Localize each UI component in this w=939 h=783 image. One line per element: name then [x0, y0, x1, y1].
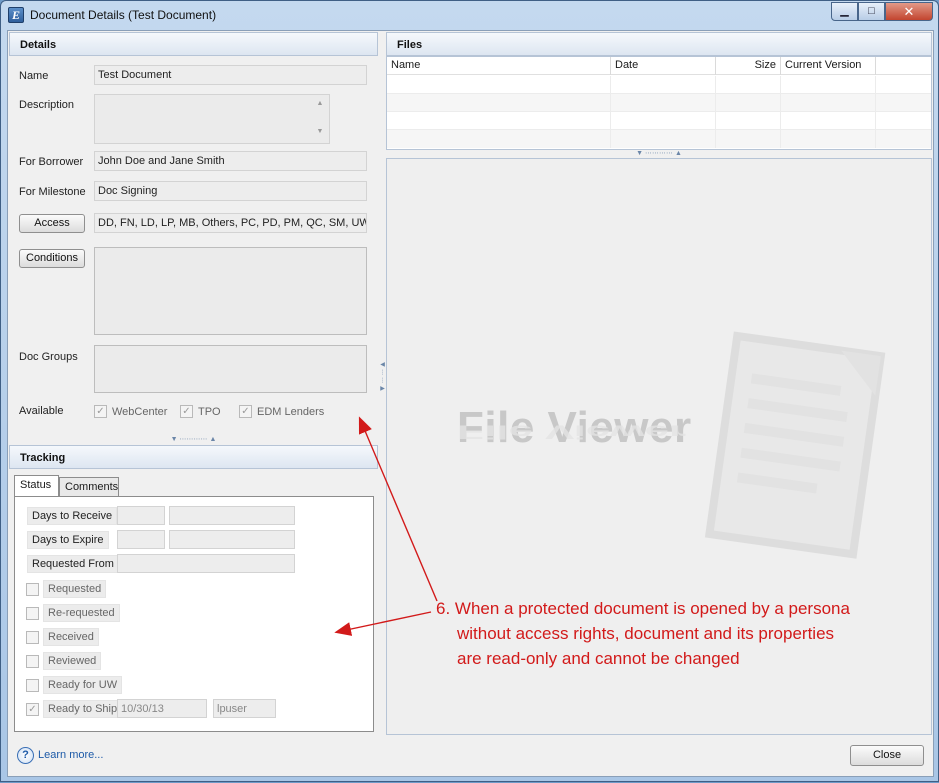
- tab-status[interactable]: Status: [14, 475, 59, 496]
- annotation-arrow-to-details: [358, 416, 438, 602]
- annotation-arrow-to-tracking: [334, 611, 432, 636]
- annotation-line-2: without access rights, document and its …: [457, 624, 835, 643]
- annotation-line-1: 6. When a protected document is opened b…: [436, 599, 850, 618]
- document-details-window: E Document Details (Test Document) ▁ □ ✕…: [0, 0, 939, 782]
- annotation-line-3: are read-only and cannot be changed: [457, 649, 740, 668]
